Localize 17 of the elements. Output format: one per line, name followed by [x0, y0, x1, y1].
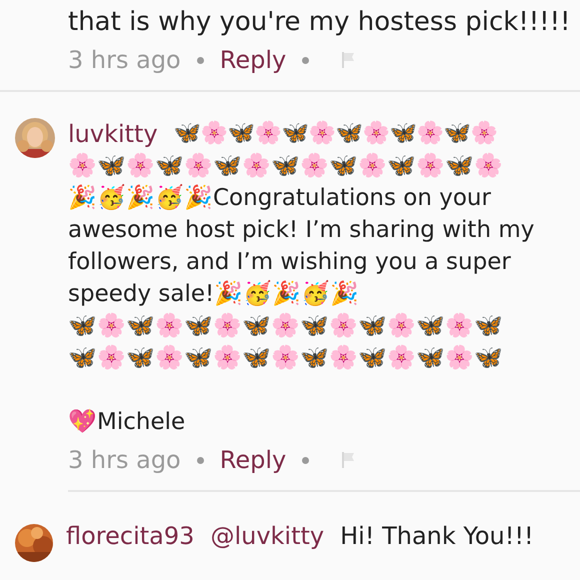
comment-text: 🦋🌸🦋🌸🦋🌸🦋🌸🦋🌸🦋🌸	[174, 120, 498, 148]
username-link[interactable]: florecita93	[66, 520, 194, 562]
comment-text: that is why you're my hostess pick!!!!!	[68, 6, 572, 38]
comment-text: 🌸🦋🌸🦋🌸🦋🌸🦋🌸🦋🌸🦋🌸🦋🌸	[68, 152, 504, 181]
timestamp: 3 hrs ago	[68, 45, 181, 76]
flag-icon[interactable]	[341, 451, 356, 469]
reply-link[interactable]: Reply	[220, 442, 286, 478]
comment-text: Hi! Thank You!!!	[340, 521, 534, 552]
mention-link[interactable]: @luvkitty	[210, 520, 324, 562]
comment-text: 🦋🌸🦋🌸🦋🌸🦋🌸🦋🌸🦋🌸🦋🌸🦋	[68, 344, 504, 373]
reply-link[interactable]: Reply	[220, 42, 286, 78]
comment-text: 🎉🥳🎉🥳🎉Congratulations on your awesome host pick! I’m sharing with my followers, and I’m wishing you a super speedy sale!🎉🥳🎉🥳🎉	[68, 183, 536, 309]
signature-text: 💖Michele	[68, 408, 186, 437]
username-link[interactable]: luvkitty	[68, 118, 158, 150]
comment-text: 🦋🌸🦋🌸🦋🌸🦋🌸🦋🌸🦋🌸🦋🌸🦋	[68, 312, 504, 341]
flag-icon[interactable]	[341, 51, 356, 69]
timestamp: 3 hrs ago	[68, 445, 181, 476]
